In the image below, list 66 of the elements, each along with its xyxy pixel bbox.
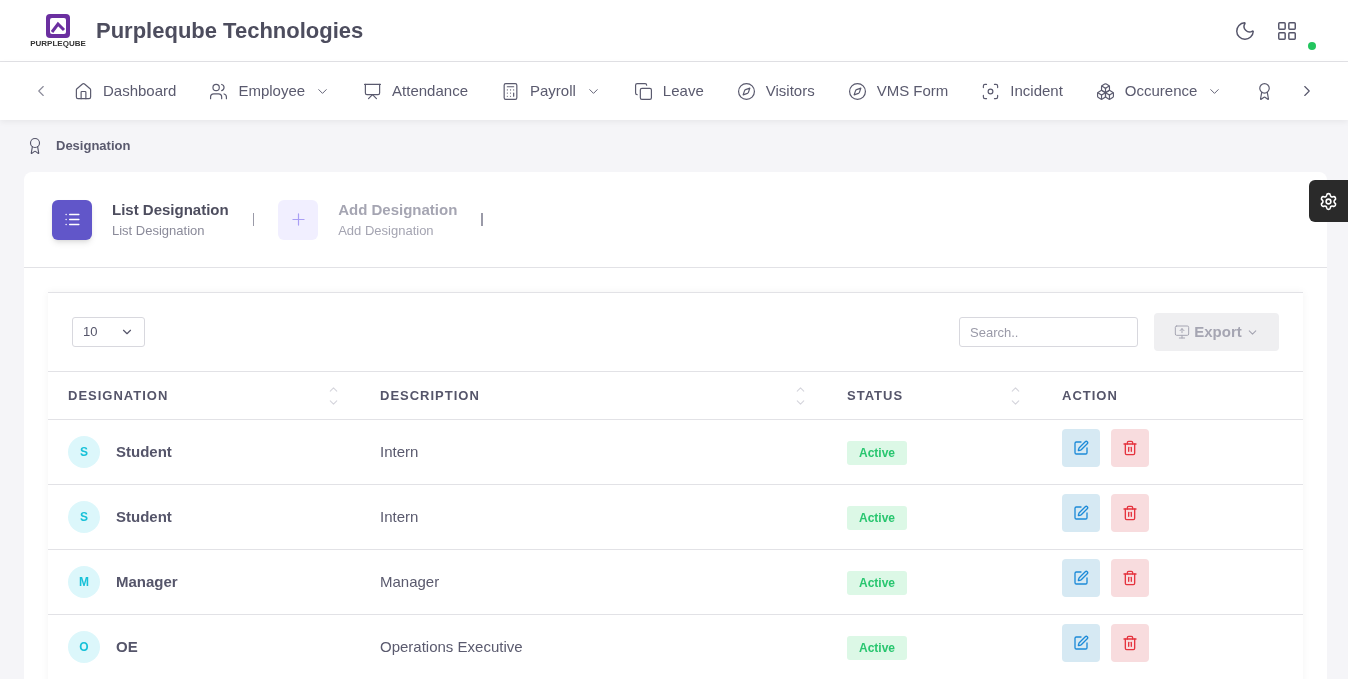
trash-icon [1122,505,1138,521]
status-badge: Active [847,570,908,595]
dark-mode-icon[interactable] [1234,19,1256,42]
table-cell-text: Student [116,441,172,462]
trash-icon [1122,570,1138,586]
list-tile-icon [52,199,92,240]
nav-item[interactable]: Payroll [501,79,601,103]
apps-grid-icon[interactable] [1276,19,1298,42]
avatar-initial: S [68,436,100,468]
house-icon [74,81,93,101]
delete-button[interactable] [1111,624,1149,662]
settings-icon [1319,191,1338,211]
monitor-icon [1174,324,1191,340]
table-cell-text: Student [116,506,172,527]
tab[interactable]: List Designation List Designation [52,198,229,241]
status-badge: Active [847,635,908,660]
nav-item[interactable]: Incident [981,79,1063,103]
nav-item[interactable]: Occurence [1095,79,1223,103]
table-cell: Operations Executive [380,638,523,655]
logo-text: PURPLEQUBE [30,39,86,48]
delete-button[interactable] [1111,429,1149,467]
column-header: ACTION [1062,386,1118,405]
compass-icon [736,81,756,101]
avatar-initial: S [68,501,100,533]
table-cell: Manager [380,573,440,590]
avatar-initial: O [68,631,100,663]
nav-item[interactable]: Dashboard [74,79,177,103]
delete-button[interactable] [1111,494,1149,532]
edit-icon [1073,570,1089,586]
edit-button[interactable] [1062,494,1100,532]
column-header[interactable]: STATUS [847,385,904,406]
table-cell: Intern [380,508,419,525]
nav-item[interactable]: Employee [209,79,331,103]
boxes-icon [1095,81,1115,101]
nav-item[interactable]: Leave [633,79,704,103]
trash-icon [1122,440,1138,456]
nav-item[interactable]: Attendance [363,79,468,103]
users-icon [209,81,229,101]
column-header[interactable]: DESCRIPTION [380,385,480,406]
compass-icon [847,81,867,101]
column-header[interactable]: DESIGNATION [68,385,169,406]
calculator-icon [501,81,520,101]
delete-button[interactable] [1111,559,1149,597]
company-title: Purpleqube Technologies [96,17,364,45]
status-badge: Active [847,505,908,530]
table-cell: Intern [380,443,419,460]
logo-icon [45,13,71,39]
plus-tile-icon [278,199,319,240]
search-field[interactable]: Search.. [959,317,1138,347]
edit-button[interactable] [1062,559,1100,597]
copy-icon [633,81,653,101]
edit-icon [1073,505,1089,521]
breadcrumb: Designation [56,137,131,156]
table-cell-text: OE [116,636,138,657]
nav-item[interactable]: VMS Form [847,79,949,103]
nav-item[interactable]: Visitors [736,79,815,103]
page-size-select[interactable]: 10 [72,317,145,347]
trash-icon [1122,635,1138,651]
edit-icon [1073,440,1089,456]
settings-button[interactable] [1309,180,1348,222]
edit-icon [1073,635,1089,651]
edit-button[interactable] [1062,624,1100,662]
edit-button[interactable] [1062,429,1100,467]
status-badge: Active [847,440,908,465]
table-cell-text: Manager [116,571,178,592]
avatar-initial: M [68,566,100,598]
